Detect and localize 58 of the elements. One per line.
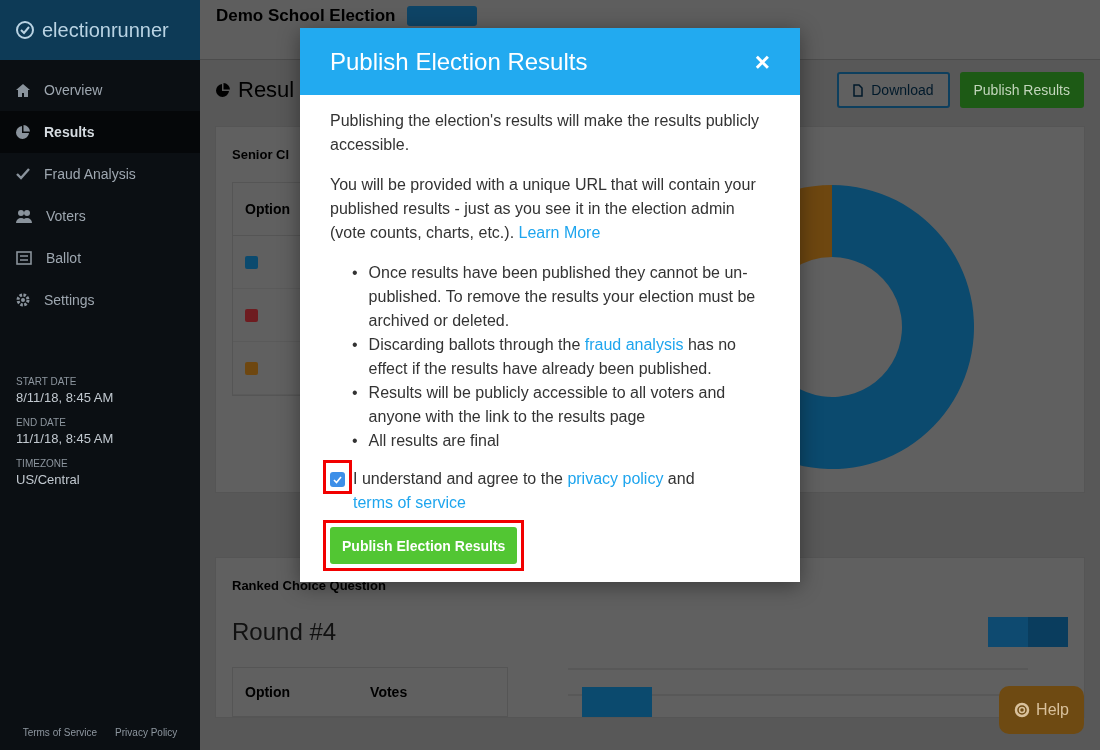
date-value: 8/11/18, 8:45 AM [16, 390, 114, 405]
previous-round-button[interactable] [988, 617, 1028, 647]
sidebar-item[interactable]: Settings [0, 279, 200, 321]
date-value: US/Central [16, 472, 80, 487]
agree-label: I understand and agree to the privacy policy and terms of service [353, 469, 696, 513]
document-icon [853, 83, 864, 97]
people-icon [16, 209, 32, 223]
text-link[interactable]: Learn More [518, 224, 601, 241]
gear-icon [16, 293, 30, 307]
list-item: Once results have been published they cannot be un-published. To remove the results your election must be archived or deleted. [368, 263, 757, 331]
check-icon [16, 168, 30, 180]
agree-checkbox[interactable] [330, 472, 345, 487]
paragraph: Publishing the election's results will make the results publicly accessible. [330, 111, 761, 155]
date-label: END DATE [16, 417, 66, 428]
list-item: Discarding ballots through the fraud analysis has no effect if the results have already been published. [368, 335, 737, 379]
next-round-button[interactable] [1028, 617, 1068, 647]
text-link[interactable]: fraud analysis [584, 336, 684, 353]
sidebar-item[interactable]: Results [0, 111, 200, 153]
logo-text: electionrunner [42, 18, 169, 42]
column-header: Option [245, 683, 291, 702]
status-badge [407, 6, 478, 26]
footer-link[interactable]: Terms of Service [22, 727, 98, 738]
list-item: Results will be publicly accessible to all voters and anyone with the link to the results page [368, 383, 727, 427]
date-label: TIMEZONE [16, 458, 68, 469]
list-icon [16, 251, 32, 265]
column-header: Option [245, 201, 291, 217]
sidebar-item[interactable]: Overview [0, 69, 200, 111]
bullet-marker: • [352, 431, 358, 451]
text-link[interactable]: privacy policy [567, 470, 664, 487]
highlight-frame [323, 460, 352, 494]
checkmark-icon [333, 475, 342, 484]
download-button[interactable]: Download [837, 72, 950, 108]
card-title: Senior Cl [232, 147, 290, 162]
bullet-marker: • [352, 263, 358, 283]
lifebuoy-icon [1014, 702, 1031, 718]
sidebar-item[interactable]: Fraud Analysis [0, 153, 200, 195]
date-value: 11/1/18, 8:45 AM [16, 431, 114, 446]
list-item: All results are final [368, 431, 500, 451]
date-label: START DATE [16, 376, 77, 387]
pie-chart-icon [16, 125, 30, 139]
section-title: Resul [238, 77, 296, 103]
logo-icon [16, 21, 34, 39]
sidebar-item[interactable]: Ballot [0, 237, 200, 279]
column-header: Votes [370, 683, 408, 702]
help-button[interactable]: Help [999, 686, 1084, 734]
bullet-marker: • [352, 335, 358, 355]
footer-link[interactable]: Privacy Policy [115, 727, 178, 738]
bullet-marker: • [352, 383, 358, 403]
results-pie-icon [216, 83, 230, 97]
paragraph: You will be provided with a unique URL that will contain your published results - just as you see it in the election admin (vote counts, charts, etc.). Learn More [330, 175, 757, 243]
text-link[interactable]: terms of service [353, 494, 466, 511]
publish-results-button[interactable]: Publish Results [959, 72, 1084, 108]
modal-title: Publish Election Results [330, 49, 588, 74]
round-title: Round #4 [232, 618, 338, 646]
card-title: Ranked Choice Question [232, 578, 386, 593]
sidebar-item[interactable]: Voters [0, 195, 200, 237]
home-icon [16, 83, 30, 97]
election-title: Demo School Election [216, 6, 396, 26]
